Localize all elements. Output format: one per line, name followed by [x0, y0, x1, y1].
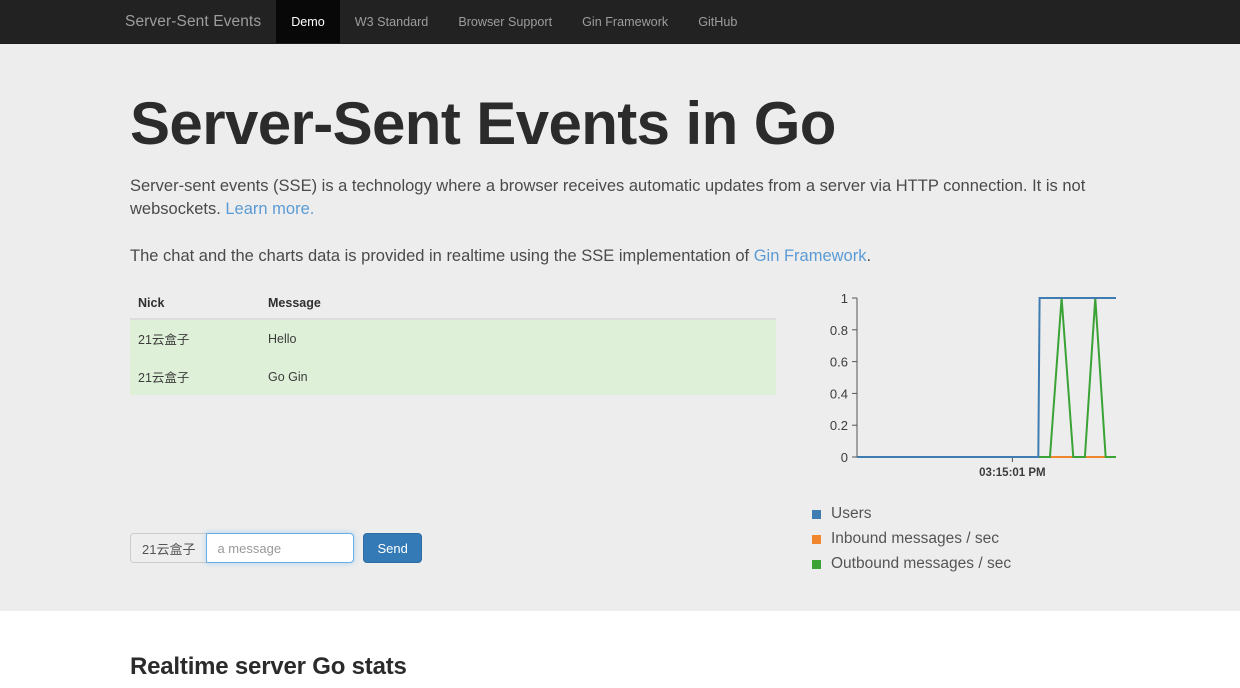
- legend-item-inbound: Inbound messages / sec: [812, 530, 1124, 548]
- legend-swatch-outbound: [812, 560, 821, 569]
- svg-text:0.8: 0.8: [830, 323, 848, 338]
- stats-section-title: Realtime server Go stats: [130, 653, 1110, 681]
- message-form: 21云盒子 Send: [130, 533, 422, 563]
- hero-paragraph-2: The chat and the charts data is provided…: [130, 245, 1110, 268]
- hero-jumbotron: Server-Sent Events in Go Server-sent eve…: [0, 44, 1240, 611]
- legend-item-users: Users: [812, 505, 1124, 523]
- chat-column-header-message: Message: [260, 290, 776, 319]
- demo-row: Nick Message 21云盒子 Hello 21云盒子 Go Gin: [130, 290, 1110, 585]
- send-button[interactable]: Send: [363, 533, 421, 563]
- legend-label-outbound: Outbound messages / sec: [831, 555, 1011, 573]
- legend-item-outbound: Outbound messages / sec: [812, 555, 1124, 573]
- hero-paragraph-2-text: The chat and the charts data is provided…: [130, 247, 754, 265]
- chat-cell-message: Hello: [260, 319, 776, 358]
- nav-item-demo[interactable]: Demo: [276, 0, 340, 43]
- svg-text:1: 1: [841, 291, 848, 306]
- chat-column-header-nick: Nick: [130, 290, 260, 319]
- nick-addon: 21云盒子: [130, 533, 206, 563]
- chat-table-body: 21云盒子 Hello 21云盒子 Go Gin: [130, 319, 776, 395]
- stats-section: Realtime server Go stats: [0, 611, 1240, 681]
- svg-text:0.6: 0.6: [830, 355, 848, 370]
- message-input[interactable]: [206, 533, 354, 563]
- page-title: Server-Sent Events in Go: [130, 92, 1110, 155]
- realtime-chart: 0 0.2 0.4 0.6 0.8 1 03:15:01 PM: [804, 290, 1124, 495]
- chat-table-head: Nick Message: [130, 290, 776, 319]
- chat-table: Nick Message 21云盒子 Hello 21云盒子 Go Gin: [130, 290, 776, 395]
- stats-container: Realtime server Go stats: [115, 653, 1125, 681]
- legend-label-users: Users: [831, 505, 871, 523]
- nav-item-browser-support[interactable]: Browser Support: [443, 0, 567, 43]
- legend-swatch-users: [812, 510, 821, 519]
- chat-header-row: Nick Message: [130, 290, 776, 319]
- table-row: 21云盒子 Go Gin: [130, 358, 776, 396]
- svg-text:0.2: 0.2: [830, 418, 848, 433]
- top-navbar: Server-Sent Events Demo W3 Standard Brow…: [0, 0, 1240, 44]
- svg-text:03:15:01 PM: 03:15:01 PM: [979, 467, 1045, 479]
- chat-cell-nick: 21云盒子: [130, 358, 260, 396]
- navbar-brand[interactable]: Server-Sent Events: [110, 0, 276, 43]
- chat-cell-nick: 21云盒子: [130, 319, 260, 358]
- navbar-links: Demo W3 Standard Browser Support Gin Fra…: [276, 0, 752, 43]
- legend-label-inbound: Inbound messages / sec: [831, 530, 999, 548]
- chat-column: Nick Message 21云盒子 Hello 21云盒子 Go Gin: [130, 290, 776, 585]
- learn-more-link[interactable]: Learn more.: [225, 200, 314, 218]
- table-row: 21云盒子 Hello: [130, 319, 776, 358]
- chart-svg: 0 0.2 0.4 0.6 0.8 1 03:15:01 PM: [804, 290, 1124, 495]
- nav-item-w3-standard[interactable]: W3 Standard: [340, 0, 444, 43]
- chat-cell-message: Go Gin: [260, 358, 776, 396]
- hero-paragraph-2-tail: .: [866, 247, 871, 265]
- svg-text:0.4: 0.4: [830, 387, 848, 402]
- message-input-group: 21云盒子: [130, 533, 354, 563]
- chart-column: 0 0.2 0.4 0.6 0.8 1 03:15:01 PM Users Inbound …: [804, 290, 1124, 580]
- nav-item-gin-framework[interactable]: Gin Framework: [567, 0, 683, 43]
- gin-framework-link[interactable]: Gin Framework: [754, 247, 867, 265]
- nav-item-github[interactable]: GitHub: [683, 0, 752, 43]
- hero-paragraph-1: Server-sent events (SSE) is a technology…: [130, 175, 1110, 222]
- chart-legend: Users Inbound messages / sec Outbound me…: [804, 505, 1124, 573]
- svg-text:0: 0: [841, 450, 848, 465]
- hero-container: Server-Sent Events in Go Server-sent eve…: [115, 92, 1125, 585]
- legend-swatch-inbound: [812, 535, 821, 544]
